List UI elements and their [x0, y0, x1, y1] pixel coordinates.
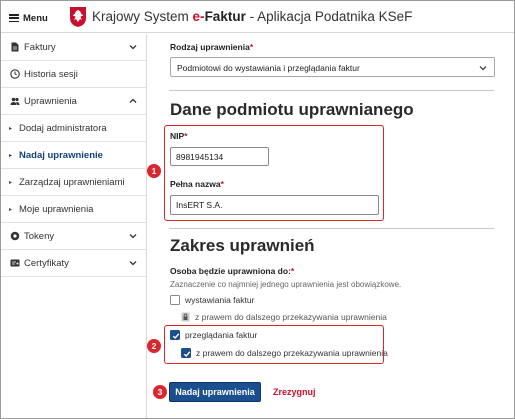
sidebar-item-historia-sesji[interactable]: Historia sesji — [1, 61, 147, 88]
chevron-down-icon — [479, 66, 487, 71]
users-icon — [10, 97, 20, 105]
sidebar-item-label: Certyfikaty — [24, 257, 69, 269]
rodzaj-uprawnienia-label: Rodzaj uprawnienia* — [170, 42, 254, 52]
checkbox-label: wystawiania faktur — [185, 295, 255, 305]
chevron-down-icon — [129, 261, 137, 266]
sidebar-item-label: Tokeny — [24, 230, 55, 242]
document-icon — [11, 42, 19, 52]
app-title: Krajowy System e-Faktur - Aplikacja Poda… — [92, 9, 412, 24]
bullet-icon: ▸ — [9, 179, 13, 186]
divider — [169, 90, 494, 91]
sidebar-item-certyfikaty[interactable]: Certyfikaty — [1, 250, 147, 277]
certificate-icon — [10, 259, 20, 267]
top-bar: Menu Krajowy System e-Faktur - Aplikacja… — [1, 1, 514, 33]
section-title-dane-podmiotu: Dane podmiotu uprawnianego — [170, 100, 414, 119]
sidebar-item-label: Moje uprawnienia — [19, 203, 94, 215]
token-icon — [10, 231, 20, 241]
bullet-icon: ▸ — [9, 152, 13, 159]
nadaj-uprawnienia-button[interactable]: Nadaj uprawnienia — [169, 382, 261, 402]
sidebar-item-label: Faktury — [24, 41, 56, 53]
callout-box-1 — [164, 125, 384, 221]
sidebar-item-zarzadzaj-uprawnieniami[interactable]: ▸ Zarządzaj uprawnieniami — [1, 169, 147, 196]
sidebar-item-faktury[interactable]: Faktury — [1, 34, 147, 61]
sidebar-item-tokeny[interactable]: Tokeny — [1, 223, 147, 250]
option-wystawiania[interactable]: wystawiania faktur — [170, 295, 254, 305]
sidebar-item-moje-uprawnienia[interactable]: ▸ Moje uprawnienia — [1, 196, 147, 223]
bullet-icon: ▸ — [9, 125, 13, 132]
required-hint: Zaznaczenie co najmniej jednego uprawnie… — [170, 280, 402, 289]
callout-badge-3: 3 — [153, 385, 167, 399]
menu-button[interactable]: Menu — [9, 10, 48, 26]
callout-box-2 — [164, 325, 384, 364]
callout-badge-2: 2 — [147, 339, 161, 353]
select-value: Podmiotowi do wystawiania i przeglądania… — [177, 63, 360, 73]
rodzaj-uprawnienia-select[interactable]: Podmiotowi do wystawiania i przeglądania… — [170, 57, 495, 77]
osoba-label: Osoba będzie uprawniona do:* — [170, 266, 295, 276]
chevron-down-icon — [129, 234, 137, 239]
sidebar-item-label: Uprawnienia — [24, 95, 77, 107]
sidebar-item-dodaj-administratora[interactable]: ▸ Dodaj administratora — [1, 115, 147, 142]
sidebar-item-label: Nadaj uprawnienie — [19, 149, 103, 161]
polish-emblem-icon — [70, 7, 86, 27]
lock-icon — [181, 312, 190, 322]
title-suffix: - Aplikacja Podatnika KSeF — [245, 9, 413, 24]
option-wystawiania-przekazywanie: z prawem do dalszego przekazywania upraw… — [181, 312, 387, 322]
sidebar-item-label: Historia sesji — [24, 68, 78, 80]
chevron-down-icon — [129, 45, 137, 50]
sidebar-item-nadaj-uprawnienie[interactable]: ▸ Nadaj uprawnienie — [1, 142, 147, 169]
title-prefix: Krajowy System — [92, 9, 189, 24]
clock-icon — [10, 69, 20, 79]
sidebar: Faktury Historia sesji Uprawnienia ▸ Dod… — [1, 34, 147, 418]
chevron-up-icon — [129, 98, 137, 103]
divider — [169, 228, 494, 229]
bullet-icon: ▸ — [9, 206, 13, 213]
menu-label: Menu — [23, 12, 48, 24]
checkbox-wystawiania[interactable] — [170, 295, 180, 305]
sidebar-item-label: Zarządzaj uprawnieniami — [19, 176, 125, 188]
hamburger-icon — [9, 14, 19, 22]
section-title-zakres-uprawnien: Zakres uprawnień — [170, 236, 315, 255]
sidebar-item-uprawnienia[interactable]: Uprawnienia — [1, 88, 147, 115]
title-efaktur: e-Faktur — [192, 9, 246, 24]
callout-badge-1: 1 — [147, 164, 161, 178]
zrezygnuj-button[interactable]: Zrezygnuj — [273, 387, 316, 397]
checkbox-label: z prawem do dalszego przekazywania upraw… — [195, 312, 387, 322]
sidebar-item-label: Dodaj administratora — [19, 122, 107, 134]
